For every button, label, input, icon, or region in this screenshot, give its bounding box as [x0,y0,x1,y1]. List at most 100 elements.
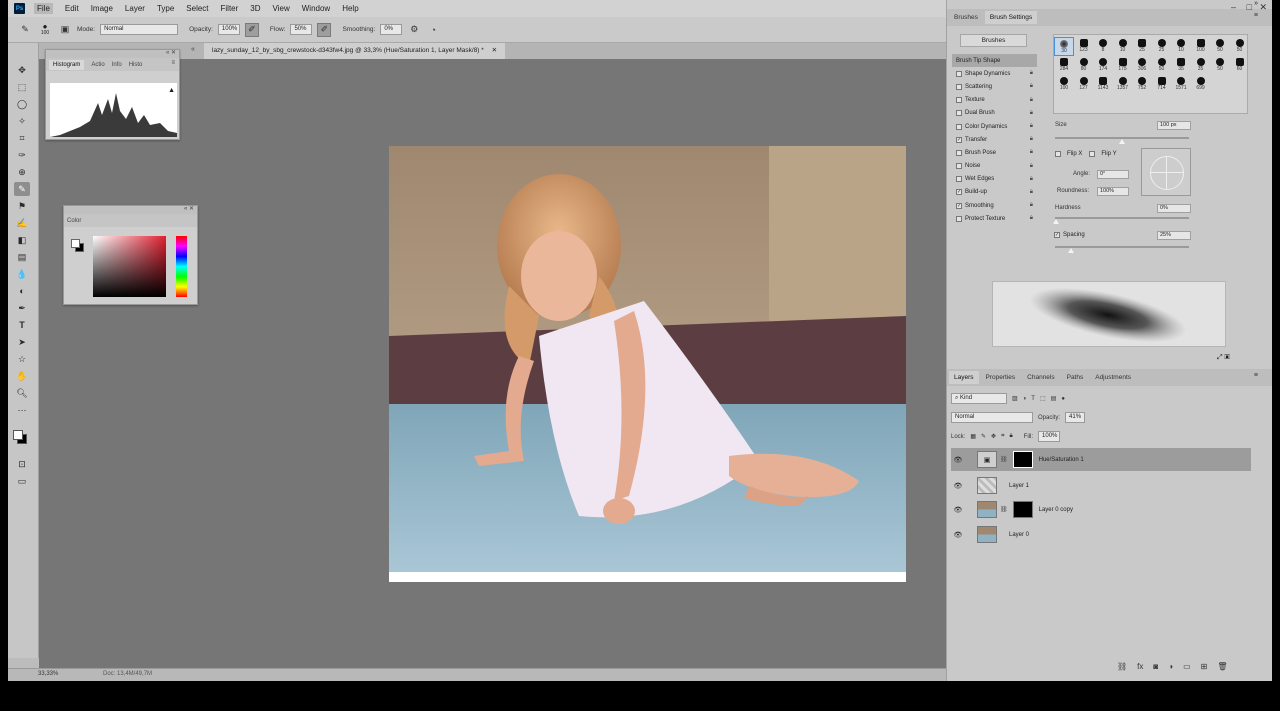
eraser-tool-icon[interactable]: ◧ [14,233,30,247]
brush-option-checkbox[interactable] [956,123,962,130]
pressure-opacity-icon[interactable]: ✐ [244,22,259,37]
maximize-icon[interactable]: □ [1247,2,1252,12]
lock-artboard-icon[interactable]: ⌗ [1001,433,1004,440]
brush-tool-icon[interactable]: ✎ [14,182,30,196]
new-group-icon[interactable]: ▭ [1183,662,1191,671]
magic-wand-tool-icon[interactable]: ✧ [14,114,30,128]
brush-option-item[interactable]: Brush Tip Shape [952,54,1037,68]
brush-option-checkbox[interactable] [956,176,962,183]
brush-tip[interactable]: 699 [1191,75,1211,94]
clone-stamp-tool-icon[interactable]: ⚑ [14,199,30,213]
spacing-input[interactable]: 25% [1157,231,1191,240]
brush-option-item[interactable]: Noise 🔒︎ [952,160,1037,173]
brush-tip[interactable]: 100 [1054,75,1074,94]
link-icon[interactable]: ⛓ [1000,456,1008,463]
tab-history[interactable]: Histo [129,62,143,68]
layer-row[interactable]: 👁︎ Layer 0 [951,523,1251,546]
brush-tip[interactable]: 50 [1210,56,1230,75]
layer-row[interactable]: 👁︎ ▣ ⛓ Hue/Saturation 1 [951,448,1251,471]
eye-icon[interactable]: 👁︎ [951,456,965,464]
mode-select[interactable]: Normal [100,24,179,35]
eyedropper-tool-icon[interactable]: ✑ [14,148,30,162]
flow-input[interactable]: 50% [290,24,313,35]
brush-option-checkbox[interactable] [956,97,962,104]
crop-tool-icon[interactable]: ⌗ [14,131,30,145]
foreground-color-swatch[interactable] [13,430,23,440]
brush-option-item[interactable]: Scattering 🔒︎ [952,80,1037,93]
brush-option-item[interactable]: Texture 🔒︎ [952,94,1037,107]
pen-tool-icon[interactable]: ✒ [14,301,30,315]
brush-tip[interactable]: 35 [1171,56,1191,75]
layer-name[interactable]: Hue/Saturation 1 [1039,457,1084,463]
spacing-slider-knob[interactable] [1068,248,1074,253]
angle-input[interactable]: 0° [1097,170,1129,179]
new-layer-icon[interactable]: ⊞ [1201,662,1208,671]
link-icon[interactable]: ⛓ [1000,506,1008,513]
brush-tip[interactable]: 127 [1074,75,1094,94]
menu-file[interactable]: File [34,3,53,14]
lock-icon[interactable]: 🔒︎ [1030,110,1033,117]
color-fg-swatch[interactable] [71,239,80,248]
layer-name[interactable]: Layer 0 [1009,532,1029,538]
tab-histogram[interactable]: Histogram [49,59,85,70]
brush-tip[interactable]: 60 [1230,56,1250,75]
tab-channels[interactable]: Channels [1022,371,1059,384]
brush-tip[interactable]: 25 [1132,37,1152,56]
color-swatches[interactable] [12,426,32,450]
marquee-tool-icon[interactable]: ⬚ [14,80,30,94]
close-icon[interactable]: ✕ [492,47,497,54]
lock-position-icon[interactable]: ✥ [991,433,996,440]
menu-filter[interactable]: Filter [221,4,239,13]
brush-tip[interactable]: 35 [1191,56,1211,75]
lock-icon[interactable]: 🔒︎ [1030,163,1033,170]
airbrush-icon[interactable]: ✐ [317,22,332,37]
flip-x-checkbox[interactable] [1055,151,1061,157]
lock-transparent-icon[interactable]: ▦ [970,433,976,440]
dodge-tool-icon[interactable]: ◐ [14,284,30,298]
tab-layers[interactable]: Layers [949,371,979,384]
brush-tip[interactable]: 123 [1074,37,1094,56]
brush-option-item[interactable]: Dual Brush 🔒︎ [952,107,1037,120]
edit-toolbar-icon[interactable]: ⋯ [14,403,30,417]
brush-option-item[interactable]: ✓ Transfer 🔒︎ [952,133,1037,146]
brush-tip-grid[interactable]: 30 123 8 10 25 25 10 100 50 50 284 80 174 175 306 50 35 3… [1053,34,1248,114]
brush-option-checkbox[interactable] [956,163,962,170]
lock-image-icon[interactable]: ✎ [981,433,986,440]
hardness-slider-knob[interactable] [1053,219,1059,224]
type-tool-icon[interactable]: T [14,318,30,332]
zoom-tool-icon[interactable]: 🔍︎ [14,386,30,400]
brush-option-item[interactable]: Shape Dynamics 🔒︎ [952,67,1037,80]
lock-icon[interactable]: 🔒︎ [1030,83,1033,90]
brush-option-checkbox[interactable] [956,215,962,222]
brush-tip[interactable]: 25 [1152,37,1172,56]
tab-brush-settings[interactable]: Brush Settings [984,11,1038,24]
history-brush-tool-icon[interactable]: ✍ [14,216,30,230]
brush-option-checkbox[interactable]: ✓ [956,136,962,143]
brush-tip[interactable]: 50 [1210,37,1230,56]
histogram-panel-header[interactable]: « ✕ [46,50,179,58]
pressure-size-icon[interactable]: ◔ [426,23,440,37]
brush-option-checkbox[interactable]: ✓ [956,202,962,209]
brush-panel-menu-icon[interactable]: ≡ [1254,12,1258,19]
delete-layer-icon[interactable]: 🗑︎ [1217,662,1227,671]
tab-brushes[interactable]: Brushes [949,11,983,24]
lock-icon[interactable]: 🔒︎ [1030,189,1033,196]
document-info[interactable]: Doc: 13,4M/49,7M [103,671,152,677]
tab-actions[interactable]: Actio [91,62,104,68]
eye-icon[interactable]: 👁︎ [951,506,965,514]
lock-icon[interactable]: 🔒︎ [1030,123,1033,130]
gradient-tool-icon[interactable]: ▤ [14,250,30,264]
size-input[interactable]: 100 px [1157,121,1191,130]
close-window-icon[interactable]: ✕ [1259,2,1267,13]
brush-tool-preset-icon[interactable]: ✎ [18,23,32,37]
brush-option-item[interactable]: ✓ Smoothing 🔒︎ [952,199,1037,212]
brush-tip[interactable]: 1143 [1093,75,1113,94]
filter-smart-object-icon[interactable]: ▤ [1051,395,1057,402]
path-selection-tool-icon[interactable]: ➤ [14,335,30,349]
lock-icon[interactable]: 🔒︎ [1030,70,1033,77]
kind-filter-select[interactable]: ⌕ Kind [951,393,1007,404]
brush-tip[interactable]: 100 [1191,37,1211,56]
brush-tip[interactable]: 80 [1074,56,1094,75]
minimize-icon[interactable]: – [1231,2,1236,12]
layer-row[interactable]: 👁︎ ⛓ Layer 0 copy [951,498,1251,521]
